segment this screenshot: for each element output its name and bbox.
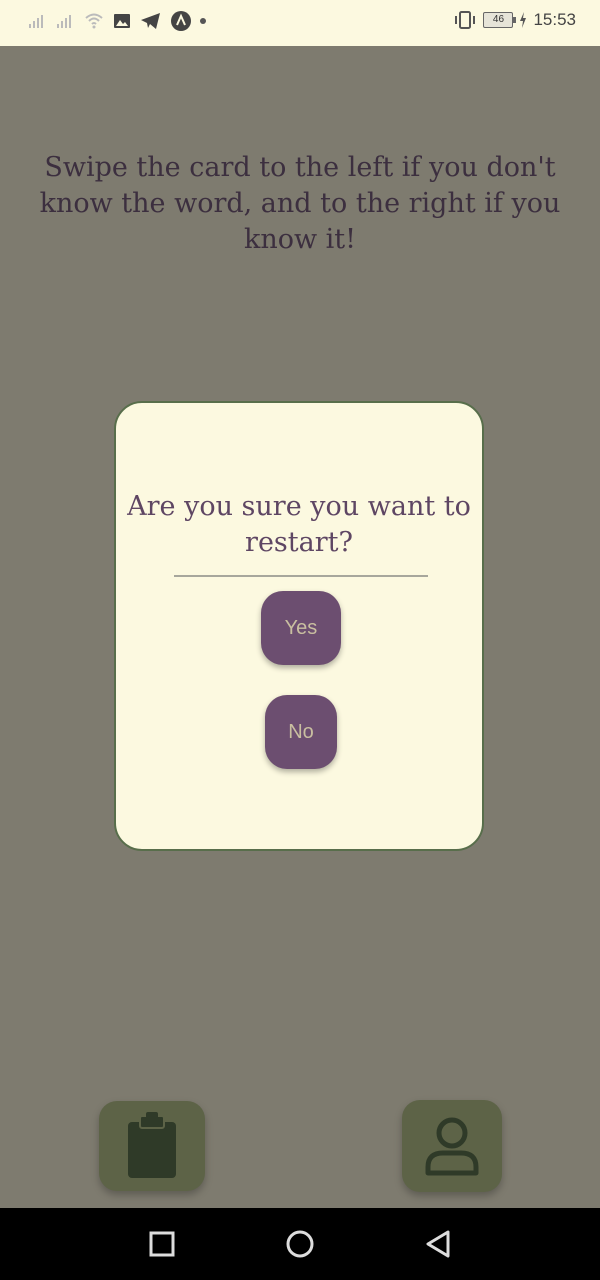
signal-icon <box>29 15 43 28</box>
profile-button[interactable] <box>402 1100 502 1192</box>
dialog-divider <box>174 575 428 577</box>
dot-icon <box>200 18 206 24</box>
restart-dialog: Are you sure you want to restart? Yes No <box>114 401 484 851</box>
navigation-bar <box>0 1208 600 1280</box>
dialog-title: Are you sure you want to restart? <box>127 491 471 558</box>
signal-icon <box>57 15 71 28</box>
status-bar: 46 15:53 <box>0 0 600 46</box>
gallery-icon <box>114 14 130 28</box>
recents-button[interactable] <box>142 1228 182 1260</box>
swipe-instruction: Swipe the card to the left if you don't … <box>39 152 561 255</box>
clock: 15:53 <box>533 10 576 29</box>
yes-button[interactable]: Yes <box>261 591 341 665</box>
home-button[interactable] <box>280 1228 320 1260</box>
clipboard-button[interactable] <box>99 1101 205 1191</box>
recents-icon <box>149 1231 175 1257</box>
telegram-icon <box>141 13 160 29</box>
back-button[interactable] <box>418 1228 458 1260</box>
status-icons-right: 46 15:53 <box>453 10 576 30</box>
wifi-icon <box>85 13 103 29</box>
clipboard-icon <box>128 1112 176 1178</box>
battery-icon: 46 <box>483 12 517 28</box>
no-button[interactable]: No <box>265 695 337 769</box>
app-icon <box>171 11 191 31</box>
status-icons-left <box>28 10 206 32</box>
profile-icon <box>425 1117 479 1176</box>
back-icon <box>426 1230 450 1258</box>
home-icon <box>286 1230 314 1258</box>
charging-icon <box>520 12 527 28</box>
vibrate-icon <box>455 11 476 29</box>
